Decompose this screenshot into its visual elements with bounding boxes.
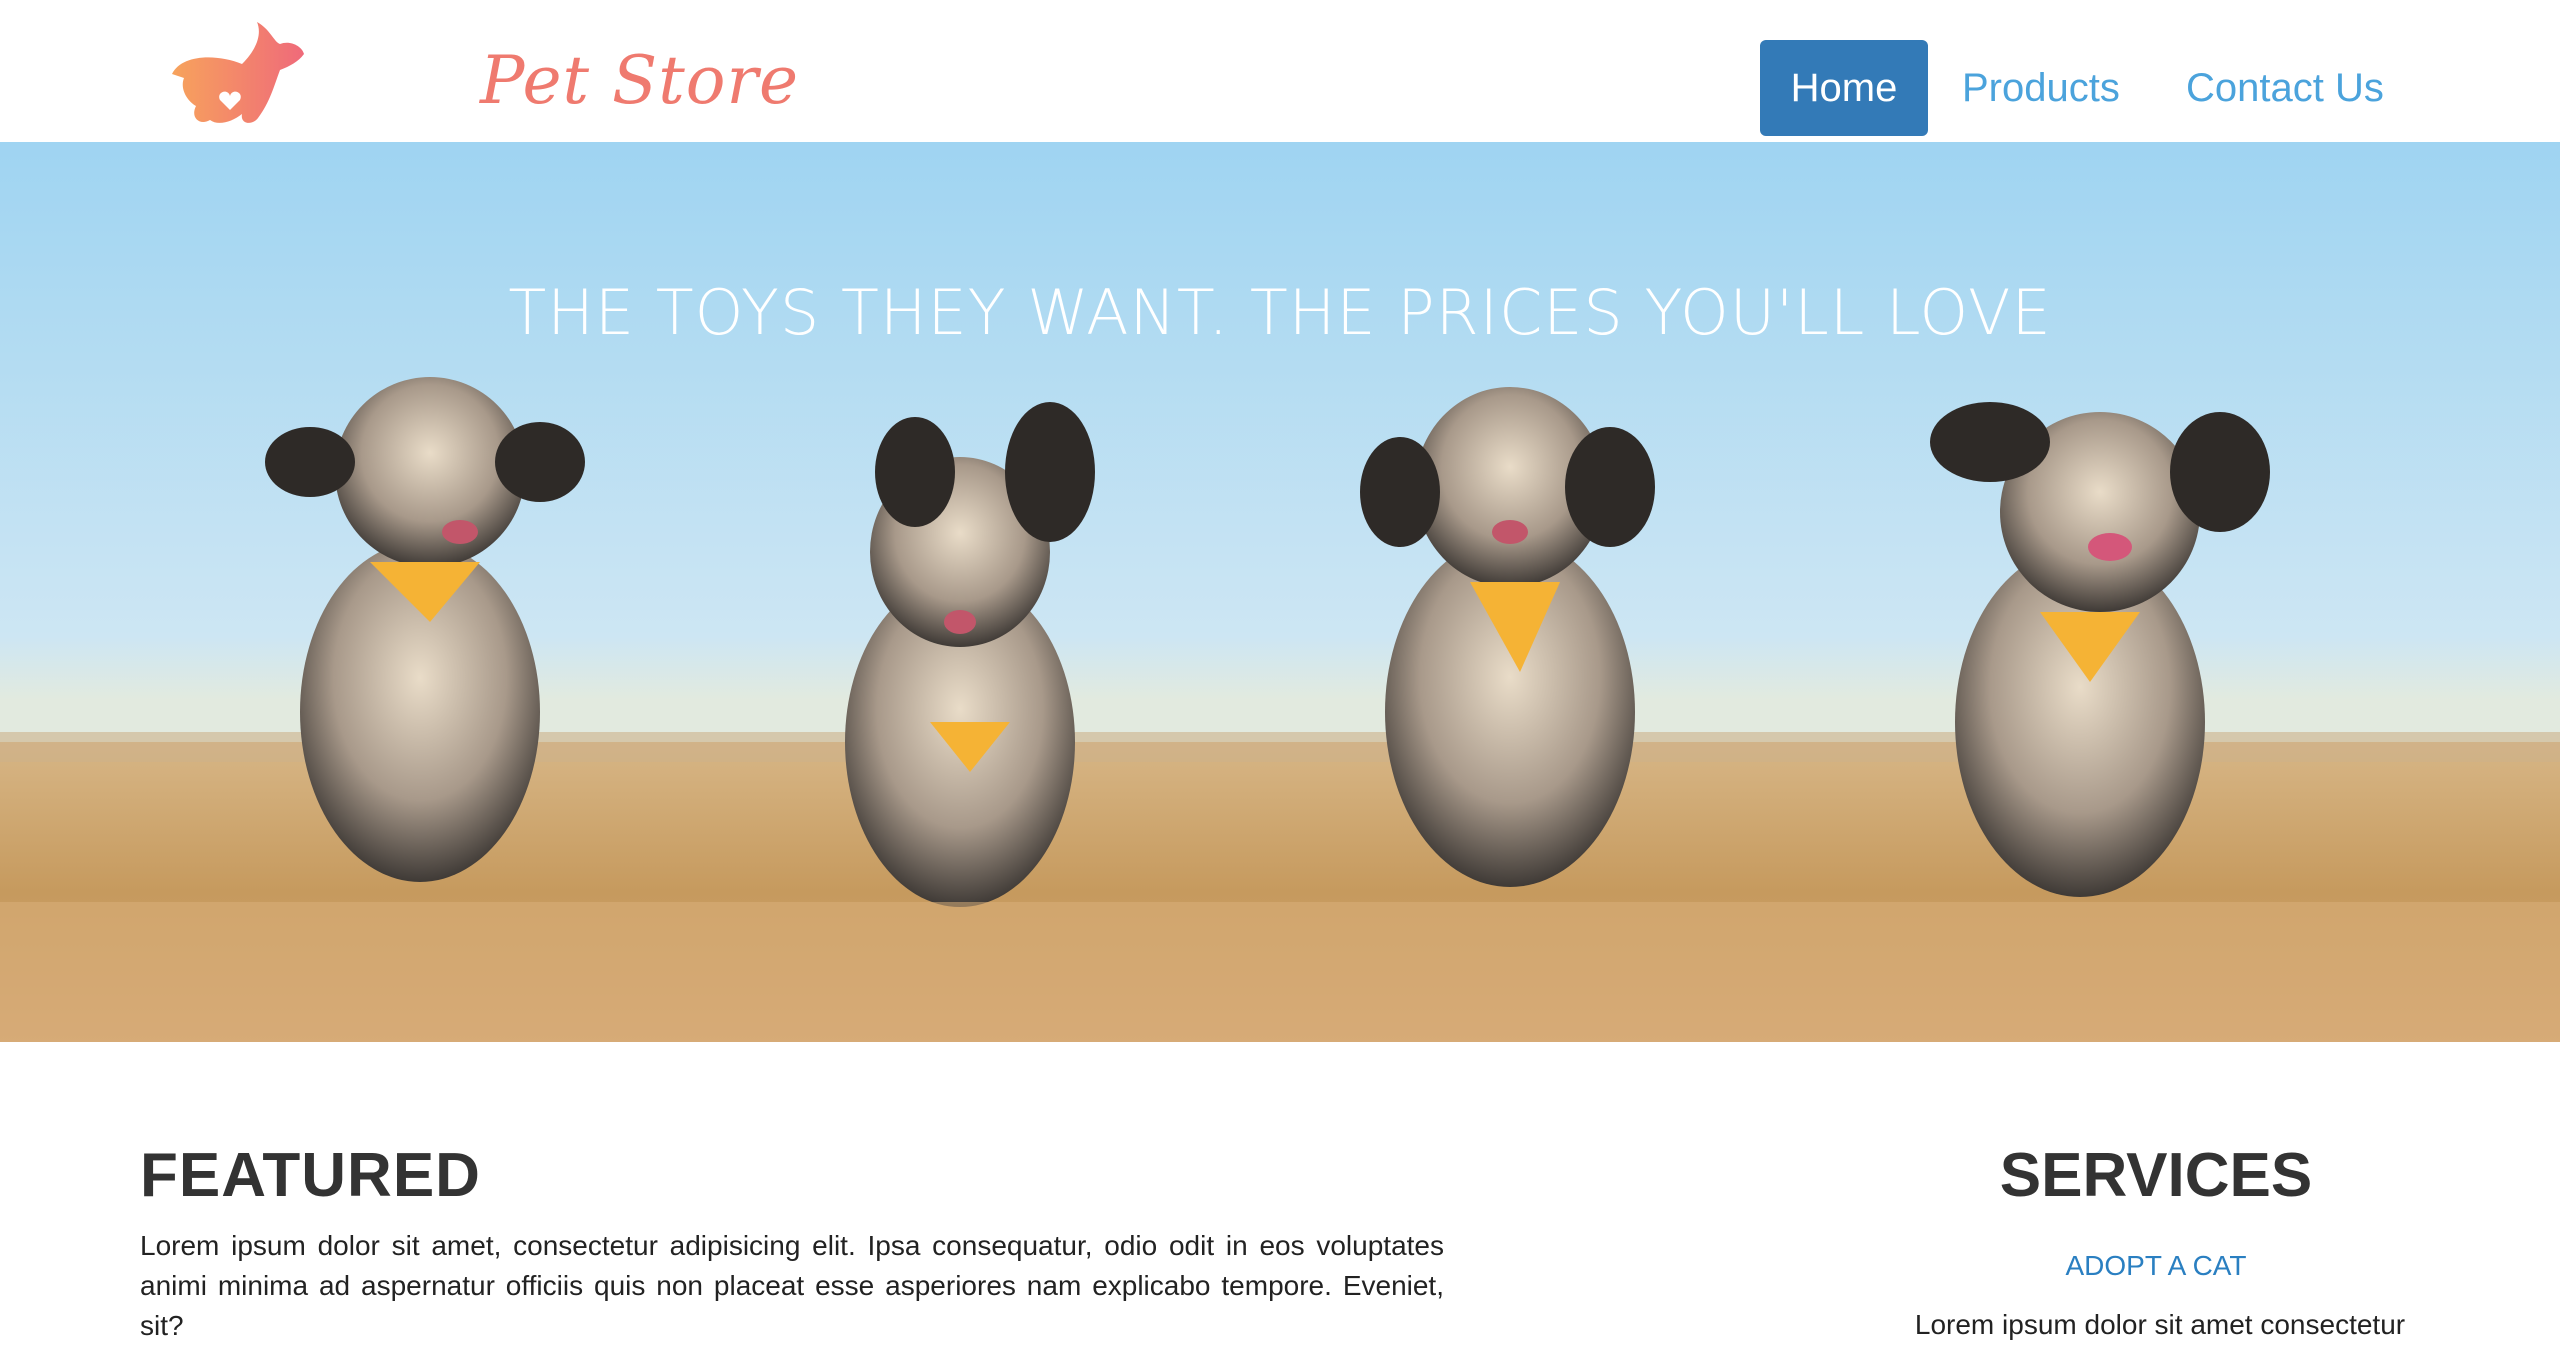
hero-banner: THE TOYS THEY WANT. THE PRICES YOU'LL LO… <box>0 142 2560 1042</box>
nav-products[interactable]: Products <box>1962 40 2120 136</box>
nav-home[interactable]: Home <box>1760 40 1928 136</box>
navbar: Pet Store Home Products Contact Us <box>0 0 2560 142</box>
brand-name: Pet Store <box>480 42 800 119</box>
featured-heading: FEATURED <box>140 1141 481 1210</box>
dog-logo-icon <box>172 22 304 123</box>
adopt-a-cat-link[interactable]: ADOPT A CAT <box>1960 1250 2352 1282</box>
services-heading: SERVICES <box>1999 1141 2313 1210</box>
nav-contact-us[interactable]: Contact Us <box>2186 40 2384 136</box>
brand-logo[interactable]: Pet Store <box>162 14 798 134</box>
hero-headline: THE TOYS THEY WANT. THE PRICES YOU'LL LO… <box>508 276 2052 349</box>
featured-text: Lorem ipsum dolor sit amet, consectetur … <box>140 1230 1444 1341</box>
services-text: Lorem ipsum dolor sit amet consectetur <box>1914 1309 2406 1340</box>
